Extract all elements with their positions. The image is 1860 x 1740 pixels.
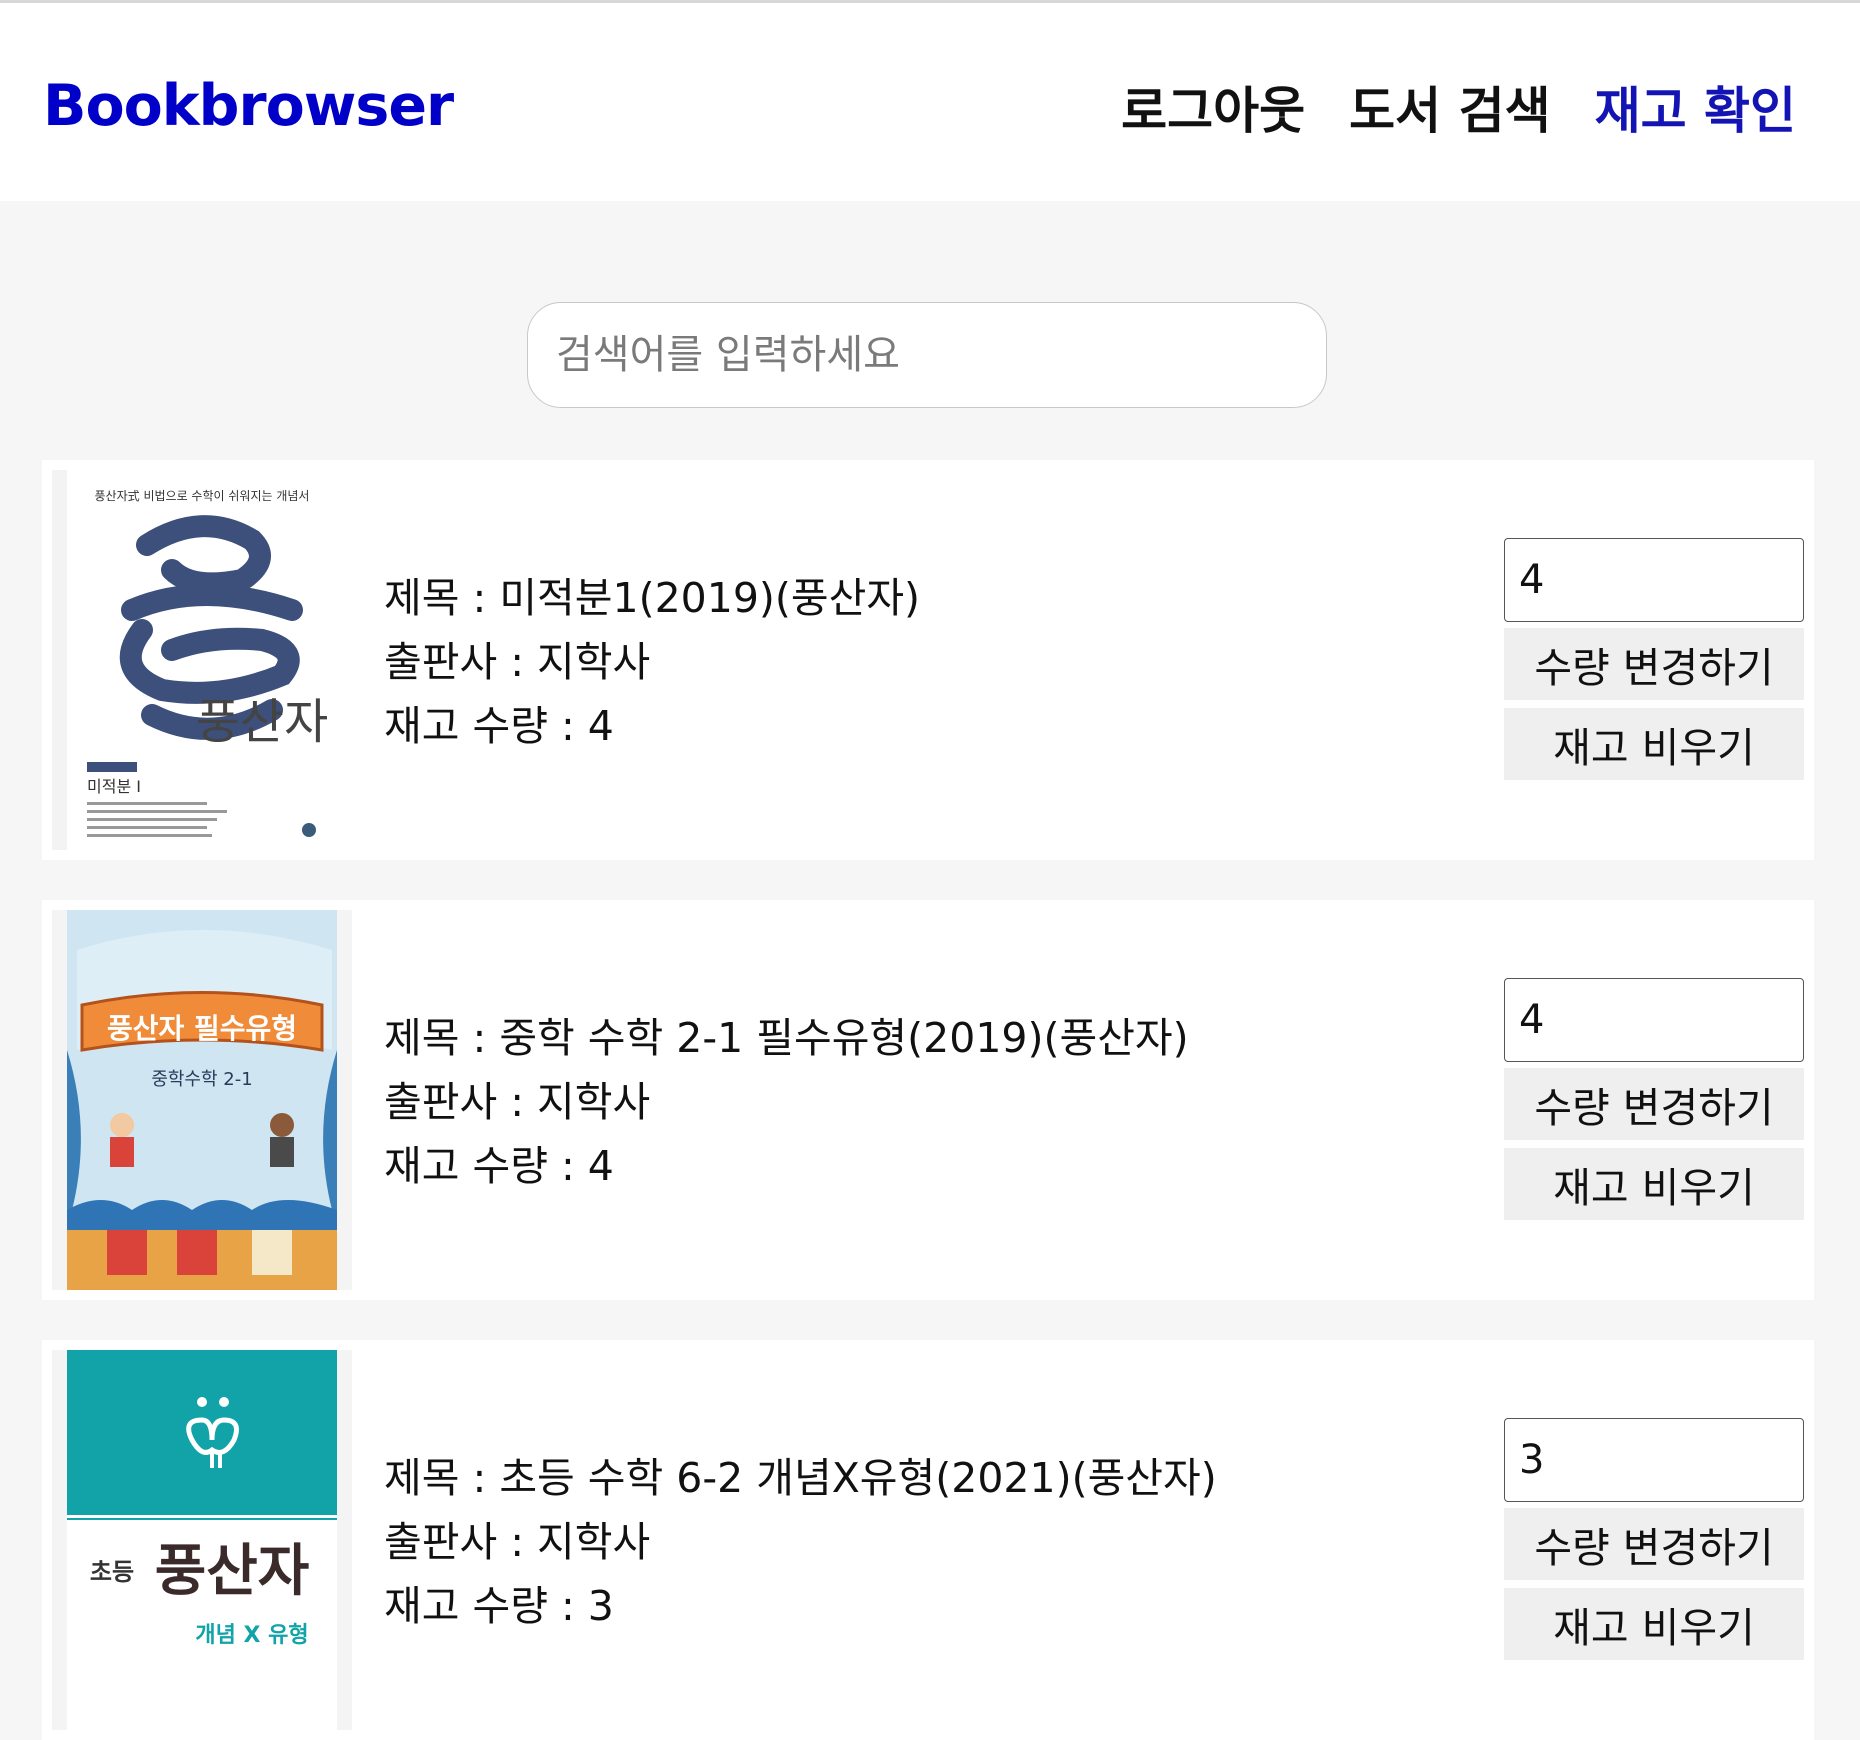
book-cover-image: 초등 풍산자 개념 X 유형 <box>52 1350 352 1730</box>
nav-book-search[interactable]: 도서 검색 <box>1349 71 1550 143</box>
svg-text:초등: 초등 <box>90 1558 134 1586</box>
svg-text:중학수학 2-1: 중학수학 2-1 <box>151 1069 252 1090</box>
clear-stock-button[interactable]: 재고 비우기 <box>1504 708 1804 780</box>
book-publisher-line: 출판사 : 지학사 <box>384 1518 651 1566</box>
book-stock-line: 재고 수량 : 3 <box>384 1582 614 1630</box>
stock-controls: 수량 변경하기 재고 비우기 <box>1504 978 1804 1220</box>
book-title: 미적분1(2019)(풍산자) <box>499 574 921 622</box>
book-stock-line: 재고 수량 : 4 <box>384 1142 614 1190</box>
main-nav: 로그아웃 도서 검색 재고 확인 <box>1121 71 1796 143</box>
book-card: 풍산자式 비법으로 수학이 쉬워지는 개념서 풍산자 미적분 I 제목 : 미적… <box>42 460 1814 860</box>
nav-stock-check[interactable]: 재고 확인 <box>1595 71 1796 143</box>
book-publisher: 지학사 <box>537 1518 651 1566</box>
book-card: 초등 풍산자 개념 X 유형 제목 : 초등 수학 6-2 개념X유형(2021… <box>42 1340 1814 1740</box>
svg-text:풍산자: 풍산자 <box>155 1538 310 1604</box>
svg-text:풍산자: 풍산자 <box>196 694 328 750</box>
stock-controls: 수량 변경하기 재고 비우기 <box>1504 1418 1804 1660</box>
book-stock: 3 <box>587 1582 614 1630</box>
site-header: Bookbrowser 로그아웃 도서 검색 재고 확인 <box>0 3 1860 201</box>
svg-text:풍산자式 비법으로 수학이 쉬워지는 개념서: 풍산자式 비법으로 수학이 쉬워지는 개념서 <box>95 489 310 503</box>
brand-logo[interactable]: Bookbrowser <box>43 73 454 139</box>
book-cover-image: 풍산자 필수유형 중학수학 2-1 <box>52 910 352 1290</box>
book-cover-image: 풍산자式 비법으로 수학이 쉬워지는 개념서 풍산자 미적분 I <box>52 470 352 850</box>
quantity-input[interactable] <box>1504 538 1804 622</box>
search-container <box>527 302 1327 408</box>
svg-text:미적분 I: 미적분 I <box>87 777 141 796</box>
book-publisher: 지학사 <box>537 638 651 686</box>
book-info: 제목 : 미적분1(2019)(풍산자) 출판사 : 지학사 재고 수량 : 4 <box>384 566 920 758</box>
nav-logout[interactable]: 로그아웃 <box>1121 71 1305 143</box>
change-quantity-button[interactable]: 수량 변경하기 <box>1504 1508 1804 1580</box>
book-stock: 4 <box>587 1142 614 1190</box>
book-info: 제목 : 초등 수학 6-2 개념X유형(2021)(풍산자) 출판사 : 지학… <box>384 1446 1217 1638</box>
book-title-line: 제목 : 초등 수학 6-2 개념X유형(2021)(풍산자) <box>384 1454 1217 1502</box>
book-card: 풍산자 필수유형 중학수학 2-1 제목 : 중학 수학 2-1 필수유형(20… <box>42 900 1814 1300</box>
book-publisher: 지학사 <box>537 1078 651 1126</box>
book-info: 제목 : 중학 수학 2-1 필수유형(2019)(풍산자) 출판사 : 지학사… <box>384 1006 1189 1198</box>
clear-stock-button[interactable]: 재고 비우기 <box>1504 1588 1804 1660</box>
book-stock-line: 재고 수량 : 4 <box>384 702 614 750</box>
quantity-input[interactable] <box>1504 978 1804 1062</box>
search-input[interactable] <box>527 302 1327 408</box>
stock-controls: 수량 변경하기 재고 비우기 <box>1504 538 1804 780</box>
book-title: 초등 수학 6-2 개념X유형(2021)(풍산자) <box>499 1454 1217 1502</box>
book-publisher-line: 출판사 : 지학사 <box>384 1078 651 1126</box>
book-title-line: 제목 : 중학 수학 2-1 필수유형(2019)(풍산자) <box>384 1014 1189 1062</box>
change-quantity-button[interactable]: 수량 변경하기 <box>1504 1068 1804 1140</box>
change-quantity-button[interactable]: 수량 변경하기 <box>1504 628 1804 700</box>
book-title: 중학 수학 2-1 필수유형(2019)(풍산자) <box>499 1014 1189 1062</box>
book-publisher-line: 출판사 : 지학사 <box>384 638 651 686</box>
svg-text:풍산자 필수유형: 풍산자 필수유형 <box>107 1012 297 1045</box>
quantity-input[interactable] <box>1504 1418 1804 1502</box>
clear-stock-button[interactable]: 재고 비우기 <box>1504 1148 1804 1220</box>
book-title-line: 제목 : 미적분1(2019)(풍산자) <box>384 574 921 622</box>
book-stock: 4 <box>587 702 614 750</box>
